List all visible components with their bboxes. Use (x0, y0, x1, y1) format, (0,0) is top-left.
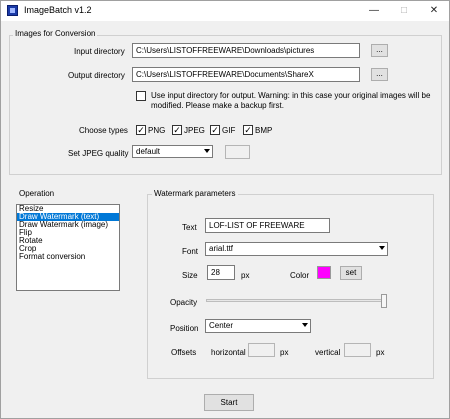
minimize-icon: — (369, 5, 379, 16)
chevron-down-icon (204, 149, 210, 153)
choose-types-label: Choose types (79, 126, 128, 135)
horizontal-offset-unit: px (280, 348, 289, 357)
chevron-down-icon (379, 246, 385, 250)
operation-listbox[interactable]: Resize Draw Watermark (text) Draw Waterm… (16, 204, 120, 291)
operation-item-format-conversion[interactable]: Format conversion (17, 253, 119, 261)
watermark-size-unit: px (241, 271, 250, 280)
jpeg-quality-dropdown[interactable]: default (132, 145, 213, 158)
close-button[interactable]: ✕ (419, 1, 449, 21)
watermark-text-label: Text (182, 223, 197, 232)
watermark-position-value: Center (209, 321, 234, 330)
watermark-opacity-label: Opacity (170, 298, 198, 307)
vertical-offset-label: vertical (315, 348, 341, 357)
maximize-icon: □ (400, 5, 408, 16)
bmp-label: BMP (255, 126, 273, 135)
opacity-slider-thumb[interactable] (381, 294, 387, 308)
jpeg-label: JPEG (184, 126, 205, 135)
vertical-offset-field[interactable] (344, 343, 371, 357)
operation-item-draw-watermark-image[interactable]: Draw Watermark (image) (17, 221, 119, 229)
watermark-group-title: Watermark parameters (152, 189, 238, 198)
start-button[interactable]: Start (204, 394, 254, 411)
horizontal-offset-label: horizontal (211, 348, 246, 357)
jpeg-quality-label: Set JPEG quality (68, 149, 129, 158)
jpeg-quality-number-field[interactable] (225, 145, 250, 159)
png-label: PNG (148, 126, 166, 135)
minimize-button[interactable]: — (359, 1, 389, 21)
use-input-directory-label-line1: Use input directory for output. Warning:… (151, 91, 431, 100)
watermark-position-dropdown[interactable]: Center (205, 319, 311, 333)
horizontal-offset-field[interactable] (248, 343, 275, 357)
watermark-position-label: Position (170, 324, 199, 333)
input-browse-button[interactable]: ... (371, 44, 388, 57)
conversion-group-title: Images for Conversion (13, 29, 98, 38)
close-icon: ✕ (429, 5, 439, 16)
watermark-text-field[interactable]: LOF-LIST OF FREEWARE (205, 218, 330, 233)
watermark-color-label: Color (290, 271, 310, 280)
png-checkbox[interactable]: ✓ (136, 125, 146, 135)
window-title: ImageBatch v1.2 (24, 5, 92, 15)
input-directory-label: Input directory (74, 47, 125, 56)
jpeg-quality-value: default (136, 147, 161, 156)
output-directory-field[interactable]: C:\Users\LISTOFFREEWARE\Documents\ShareX (132, 67, 360, 82)
output-browse-button[interactable]: ... (371, 68, 388, 81)
gif-checkbox[interactable]: ✓ (210, 125, 220, 135)
bmp-checkbox[interactable]: ✓ (243, 125, 253, 135)
watermark-color-swatch (317, 266, 331, 279)
watermark-size-field[interactable]: 28 (207, 265, 235, 280)
use-input-directory-checkbox[interactable] (136, 91, 146, 101)
watermark-font-value: arial.ttf (209, 244, 234, 253)
watermark-size-label: Size (182, 271, 198, 280)
app-window: ImageBatch v1.2 — □ ✕ Images for Convers… (0, 0, 450, 419)
opacity-slider-track[interactable] (206, 299, 387, 302)
use-input-directory-label-line2: modified. Please make a backup first. (151, 101, 284, 110)
input-directory-field[interactable]: C:\Users\LISTOFFREEWARE\Downloads\pictur… (132, 43, 360, 58)
watermark-color-set-button[interactable]: set (340, 266, 362, 280)
operation-label: Operation (19, 189, 55, 198)
jpeg-checkbox[interactable]: ✓ (172, 125, 182, 135)
maximize-button[interactable]: □ (389, 1, 419, 21)
gif-label: GIF (222, 126, 236, 135)
output-directory-label: Output directory (68, 71, 125, 80)
title-bar: ImageBatch v1.2 — □ ✕ (1, 1, 449, 21)
chevron-down-icon (302, 323, 308, 327)
watermark-offsets-label: Offsets (171, 348, 197, 357)
vertical-offset-unit: px (376, 348, 385, 357)
app-icon (7, 5, 18, 16)
watermark-font-dropdown[interactable]: arial.ttf (205, 242, 388, 256)
watermark-font-label: Font (182, 247, 199, 256)
